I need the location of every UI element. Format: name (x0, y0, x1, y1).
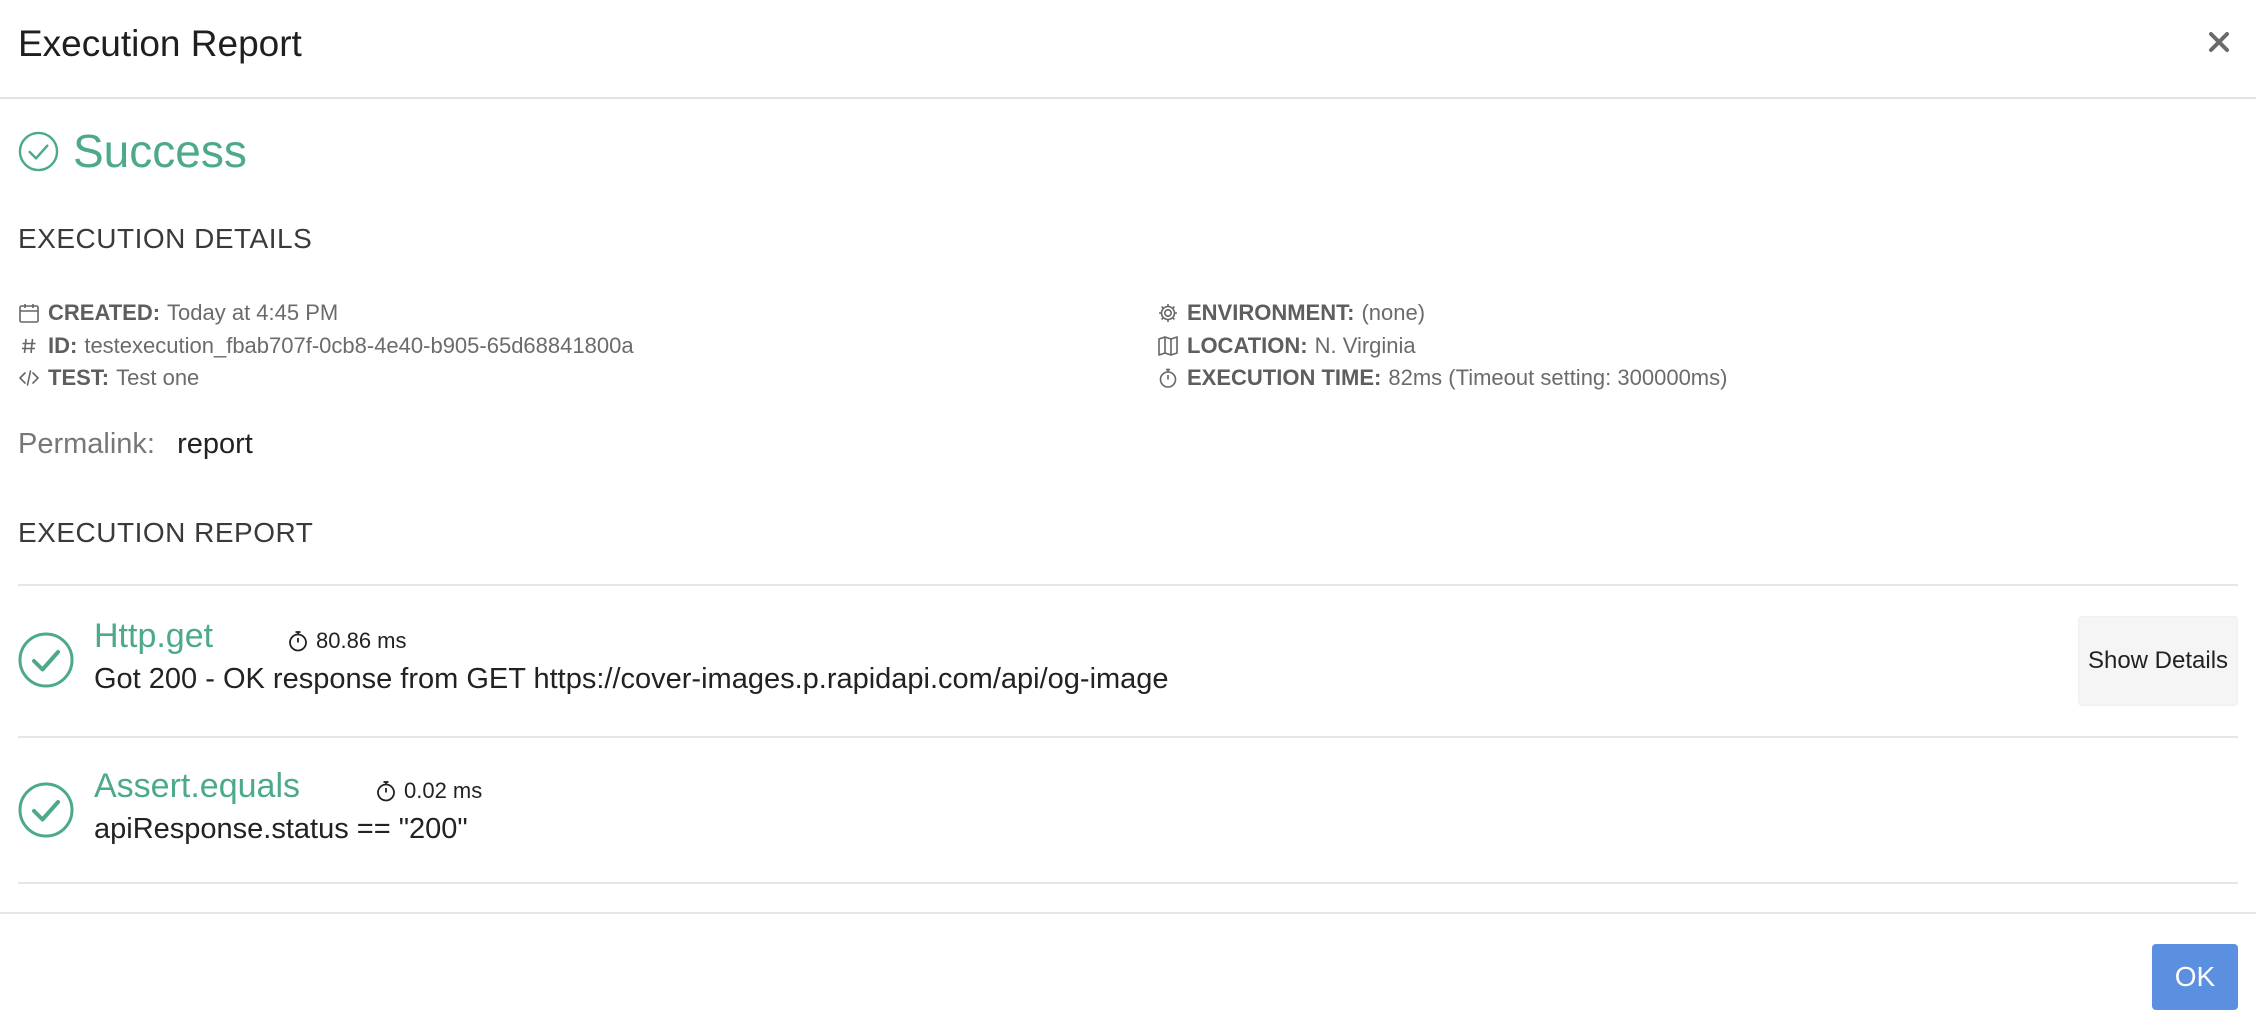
permalink-label: Permalink: (18, 428, 155, 460)
execution-time-value: 82ms (Timeout setting: 300000ms) (1388, 365, 1728, 390)
divider (18, 584, 2238, 586)
report-item: Assert.equals 0.02 ms apiResponse.status… (18, 766, 2238, 882)
report-item: Http.get 80.86 ms Got 200 - OK response … (18, 616, 2238, 736)
close-icon (2209, 32, 2229, 52)
id-value: testexecution_fbab707f-0cb8-4e40-b905-65… (84, 333, 634, 358)
ok-button[interactable]: OK (2152, 944, 2238, 1010)
map-icon (1157, 335, 1179, 357)
detail-id: ID: testexecution_fbab707f-0cb8-4e40-b90… (18, 331, 634, 361)
detail-environment: ENVIRONMENT: (none) (1157, 298, 1425, 328)
execution-time-label: EXECUTION TIME: (1187, 365, 1382, 390)
detail-execution-time: EXECUTION TIME: 82ms (Timeout setting: 3… (1157, 363, 1727, 393)
modal-footer: OK (0, 912, 2256, 1026)
timing-value: 0.02 ms (404, 778, 483, 803)
report-item-title: Http.get (94, 617, 214, 655)
show-details-button[interactable]: Show Details (2078, 616, 2238, 706)
test-label: TEST: (48, 365, 110, 390)
status-indicator: Success (18, 124, 247, 178)
stopwatch-icon (289, 631, 307, 652)
environment-label: ENVIRONMENT: (1187, 300, 1355, 325)
test-value: Test one (116, 365, 200, 390)
close-button[interactable] (2202, 22, 2236, 62)
modal-title: Execution Report (18, 23, 302, 64)
stopwatch-icon (377, 781, 395, 802)
check-circle-icon (18, 131, 59, 171)
gear-icon (1157, 302, 1179, 324)
check-circle-icon (18, 782, 74, 838)
check-circle-icon (18, 632, 74, 688)
modal-header: Execution Report (0, 0, 2256, 99)
stopwatch-icon (1157, 367, 1179, 389)
detail-created: CREATED: Today at 4:45 PM (18, 298, 338, 328)
location-label: LOCATION: (1187, 333, 1308, 358)
detail-location: LOCATION: N. Virginia (1157, 331, 1416, 361)
execution-details-heading: EXECUTION DETAILS (18, 223, 313, 254)
divider (18, 882, 2238, 884)
status-text: Success (73, 125, 247, 177)
report-item-timing: 80.86 ms (286, 626, 407, 656)
divider (18, 736, 2238, 738)
code-icon (18, 367, 40, 389)
execution-report-modal: Execution Report Success EXECUTION DETAI… (0, 0, 2256, 1026)
execution-report-heading: EXECUTION REPORT (18, 517, 314, 548)
hash-icon (18, 335, 40, 357)
environment-value: (none) (1361, 300, 1426, 325)
report-item-description: Got 200 - OK response from GET https://c… (94, 663, 1169, 695)
report-item-timing: 0.02 ms (374, 776, 482, 806)
calendar-icon (18, 302, 40, 324)
created-label: CREATED: (48, 300, 161, 325)
detail-test: TEST: Test one (18, 363, 199, 393)
report-item-title: Assert.equals (94, 767, 300, 805)
created-value: Today at 4:45 PM (167, 300, 339, 325)
id-label: ID: (48, 333, 78, 358)
location-value: N. Virginia (1314, 333, 1416, 358)
permalink: Permalink: report (18, 424, 253, 464)
report-item-description: apiResponse.status == "200" (94, 813, 468, 845)
timing-value: 80.86 ms (316, 628, 407, 653)
permalink-value[interactable]: report (177, 428, 253, 460)
